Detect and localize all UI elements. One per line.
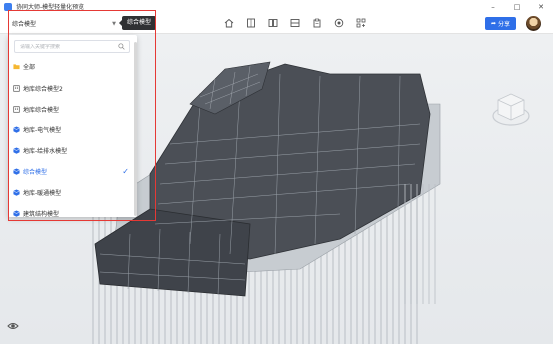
list-item-label: 地库-给排水模型 — [23, 147, 68, 155]
list-item-all[interactable]: 全部 — [8, 56, 137, 76]
cube-icon — [13, 125, 20, 133]
list-item[interactable]: 建筑结构模型 — [8, 203, 137, 223]
cube-icon — [13, 188, 20, 196]
title-bar: 协同大师-模型轻量化预览 – □ ✕ — [0, 0, 553, 13]
search-input[interactable] — [20, 43, 115, 50]
app-logo-icon — [4, 2, 12, 11]
list-item[interactable]: 地库-电气模型 — [8, 119, 137, 139]
cube-icon — [13, 146, 20, 154]
share-button[interactable]: ➦ 分享 — [485, 17, 516, 30]
building-icon — [13, 105, 20, 113]
maximize-button[interactable]: □ — [505, 0, 529, 13]
panel-horizontal-icon[interactable] — [288, 16, 302, 30]
cube-icon — [13, 167, 20, 175]
model-selector-value: 综合模型 — [12, 21, 37, 28]
clipboard-icon[interactable] — [310, 16, 324, 30]
list-item-label: 地库综合模型 — [23, 106, 60, 114]
window-controls: – □ ✕ — [481, 0, 553, 13]
checkmark-icon: ✓ — [122, 166, 129, 176]
list-item-selected[interactable]: 综合模型 ✓ — [8, 161, 137, 181]
search-box[interactable] — [14, 40, 130, 53]
avatar[interactable] — [526, 16, 541, 31]
grid-layout-icon[interactable] — [354, 16, 368, 30]
close-button[interactable]: ✕ — [529, 0, 553, 13]
list-item-label: 全部 — [23, 63, 36, 71]
model-selector[interactable]: 综合模型 ▼ — [12, 17, 116, 30]
record-icon[interactable] — [332, 16, 346, 30]
home-icon[interactable] — [222, 16, 236, 30]
folder-icon — [13, 63, 20, 69]
list-item[interactable]: 地库-给排水模型 — [8, 140, 137, 160]
list-item[interactable]: 地库综合模型 — [8, 99, 137, 119]
list-item[interactable]: 地库综合模型2 — [8, 78, 137, 98]
model-dropdown: 全部 地库综合模型2 地库综合模型 地库-电气模型 地库-给排水模型 综合模型 … — [8, 35, 137, 218]
view-cube-icon[interactable] — [490, 88, 532, 130]
toolbar: 综合模型 ▼ 综合模型 ➦ 分享 — [0, 13, 553, 34]
window-title: 协同大师-模型轻量化预览 — [16, 4, 85, 11]
search-icon[interactable] — [118, 43, 125, 50]
share-label: 分享 — [498, 21, 511, 28]
panel-single-icon[interactable] — [244, 16, 258, 30]
minimize-button[interactable]: – — [481, 0, 505, 13]
cube-icon — [13, 209, 20, 217]
model-tooltip: 综合模型 — [118, 16, 157, 30]
panel-split-icon[interactable] — [266, 16, 280, 30]
view-tools — [222, 16, 368, 30]
list-item-label: 地库-暖通模型 — [23, 189, 62, 197]
list-item-label: 综合模型 — [23, 168, 48, 176]
share-arrow-icon: ➦ — [490, 20, 496, 27]
settings-eye-icon[interactable] — [7, 320, 19, 332]
list-item-label: 建筑结构模型 — [23, 210, 60, 218]
list-item-label: 地库综合模型2 — [23, 85, 63, 93]
building-icon — [13, 84, 20, 92]
list-item-label: 地库-电气模型 — [23, 126, 62, 134]
dropdown-scrollbar[interactable] — [134, 42, 137, 216]
list-item[interactable]: 地库-暖通模型 — [8, 182, 137, 202]
chevron-down-icon: ▼ — [112, 20, 116, 27]
